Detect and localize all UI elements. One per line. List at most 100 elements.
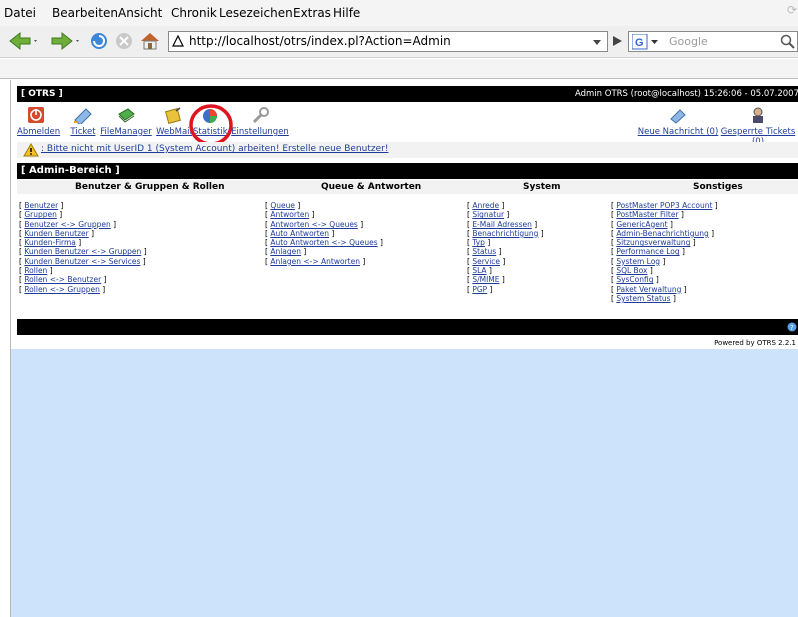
admin-link[interactable]: Auto Antworten <-> Queues [270,238,377,247]
admin-link[interactable]: System Status [616,294,670,303]
admin-list-item: [ Admin-Benachrichtigung ] [611,228,715,238]
admin-list-item: [ Sitzungsverwaltung ] [611,238,696,248]
admin-link[interactable]: Anlagen <-> Antworten [270,257,360,266]
forward-button[interactable] [48,29,82,53]
admin-link[interactable]: Performance Log [616,247,679,256]
admin-link[interactable]: Typ [472,238,485,247]
admin-list-item: [ Anlagen ] [265,247,307,257]
nav-abmelden[interactable]: Abmelden [17,106,60,137]
nav-neue-nachricht[interactable]: Neue Nachricht (0) [637,106,719,137]
admin-list-item: [ Auto Antworten ] [265,228,335,238]
admin-list-item: [ Anlagen <-> Antworten ] [265,256,366,266]
admin-list-item: [ Paket Verwaltung ] [611,284,687,294]
admin-list-item: [ Benachrichtigung ] [467,228,544,238]
google-engine-icon[interactable]: G [632,34,662,50]
admin-list-item: [ System Status ] [611,293,676,303]
nav-ticket[interactable]: Ticket [69,106,97,137]
nav-label-abmelden[interactable]: Abmelden [17,127,60,137]
menu-ansicht[interactable]: Ansicht [118,6,162,20]
column-headers: Benutzer & Gruppen & Rollen Queue & Antw… [17,180,798,194]
stop-button[interactable] [113,29,135,53]
forward-arrow-icon [51,31,79,51]
admin-link[interactable]: Service [472,257,500,266]
menu-bearbeiten[interactable]: Bearbeiten [52,6,118,20]
search-icon[interactable] [780,34,796,50]
admin-link[interactable]: Benutzer <-> Gruppen [24,220,110,229]
admin-link[interactable]: PostMaster Filter [616,210,678,219]
admin-link[interactable]: Rollen [24,266,47,275]
stop-icon [116,33,132,49]
menu-datei[interactable]: Datei [4,6,36,20]
admin-section-title: [ Admin-Bereich ] [17,163,798,179]
nav-filemanager[interactable]: FileManager [99,106,153,137]
admin-link[interactable]: Benutzer [24,201,58,210]
admin-link[interactable]: GenericAgent [616,220,667,229]
otrs-brand: [ OTRS ] [21,89,63,99]
admin-link[interactable]: Rollen <-> Gruppen [24,285,100,294]
help-icon[interactable]: ? [787,322,797,332]
powered-by: Powered by OTRS 2.2.1 [714,339,796,347]
footer-bar: ? [17,319,798,335]
admin-link[interactable]: Admin-Benachrichtigung [616,229,708,238]
admin-link[interactable]: Antworten [270,210,309,219]
reload-button[interactable] [88,29,110,53]
admin-list-item: [ Status ] [467,247,502,257]
nav-label-ticket[interactable]: Ticket [70,127,95,137]
menu-lesezeichen[interactable]: Lesezeichen [219,6,293,20]
nav-label-filemanager[interactable]: FileManager [100,127,151,137]
admin-link[interactable]: Auto Antworten [270,229,329,238]
back-button[interactable] [6,29,40,53]
admin-link[interactable]: Queue [270,201,295,210]
admin-list-item: [ Rollen <-> Benutzer ] [19,275,107,285]
nav-einstellungen[interactable]: Einstellungen [231,106,289,137]
home-button[interactable] [138,29,162,53]
nav-label-einstellungen[interactable]: Einstellungen [231,127,289,137]
user-info: Admin OTRS (root@localhost) 15:26:06 - 0… [574,89,798,99]
menu-extras[interactable]: Extras [293,6,331,20]
admin-link[interactable]: Gruppen [24,210,57,219]
admin-link[interactable]: Anrede [472,201,499,210]
admin-link[interactable]: Anlagen [270,247,301,256]
nav-label-neue-nachricht[interactable]: Neue Nachricht (0) [638,127,719,137]
admin-list-item: [ PostMaster Filter ] [611,210,684,220]
nav-gesperrte-tickets[interactable]: Gesperrte Tickets (0) [715,106,798,147]
admin-list-item: [ Queue ] [265,201,301,210]
url-input[interactable]: http://localhost/otrs/index.pl?Action=Ad… [168,31,608,52]
bookmarks-toolbar [0,59,798,79]
admin-link[interactable]: Benachrichtigung [472,229,538,238]
admin-link[interactable]: Sitzungsverwaltung [616,238,690,247]
otrs-nav: Abmelden Ticket FileManager WebMail Stat… [17,104,798,147]
play-arrow-icon [613,36,622,46]
admin-link[interactable]: Signatur [472,210,504,219]
admin-link[interactable]: SQL Box [616,266,647,275]
chevron-down-icon [593,39,601,45]
admin-list-item: [ Anrede ] [467,201,505,210]
admin-link[interactable]: E-Mail Adressen [472,220,532,229]
reload-icon [91,33,107,49]
admin-link[interactable]: S/MIME [472,275,499,284]
admin-link[interactable]: Kunden Benutzer <-> Gruppen [24,247,141,256]
admin-link[interactable]: Paket Verwaltung [616,285,681,294]
menu-hilfe[interactable]: Hilfe [333,6,360,20]
admin-link[interactable]: Status [472,247,496,256]
admin-link[interactable]: Rollen <-> Benutzer [24,275,101,284]
admin-link[interactable]: System Log [616,257,660,266]
admin-link[interactable]: PGP [472,285,487,294]
url-history-dropdown[interactable] [587,31,607,52]
admin-link[interactable]: SLA [472,266,486,275]
admin-list-item: [ System Log ] [611,256,666,266]
admin-link[interactable]: Kunden Benutzer [24,229,88,238]
warning-link[interactable]: : Bitte nicht mit UserID 1 (System Accou… [41,144,388,154]
admin-link[interactable]: SysConfig [616,275,653,284]
admin-list-item: [ SLA ] [467,266,492,276]
column-header-benutzer: Benutzer & Gruppen & Rollen [75,182,225,192]
admin-link[interactable]: Antworten <-> Queues [270,220,358,229]
admin-link[interactable]: Kunden Benutzer <-> Services [24,257,140,266]
menu-chronik[interactable]: Chronik [171,6,217,20]
admin-link[interactable]: PostMaster POP3 Account [616,201,712,210]
page-content: [ OTRS ] Admin OTRS (root@localhost) 15:… [10,80,798,617]
go-button[interactable] [608,29,626,53]
column-system: [ Anrede ][ Signatur ][ E-Mail Adressen … [467,201,544,294]
admin-link[interactable]: Kunden-Firma [24,238,76,247]
admin-list-item: [ PostMaster POP3 Account ] [611,201,718,210]
